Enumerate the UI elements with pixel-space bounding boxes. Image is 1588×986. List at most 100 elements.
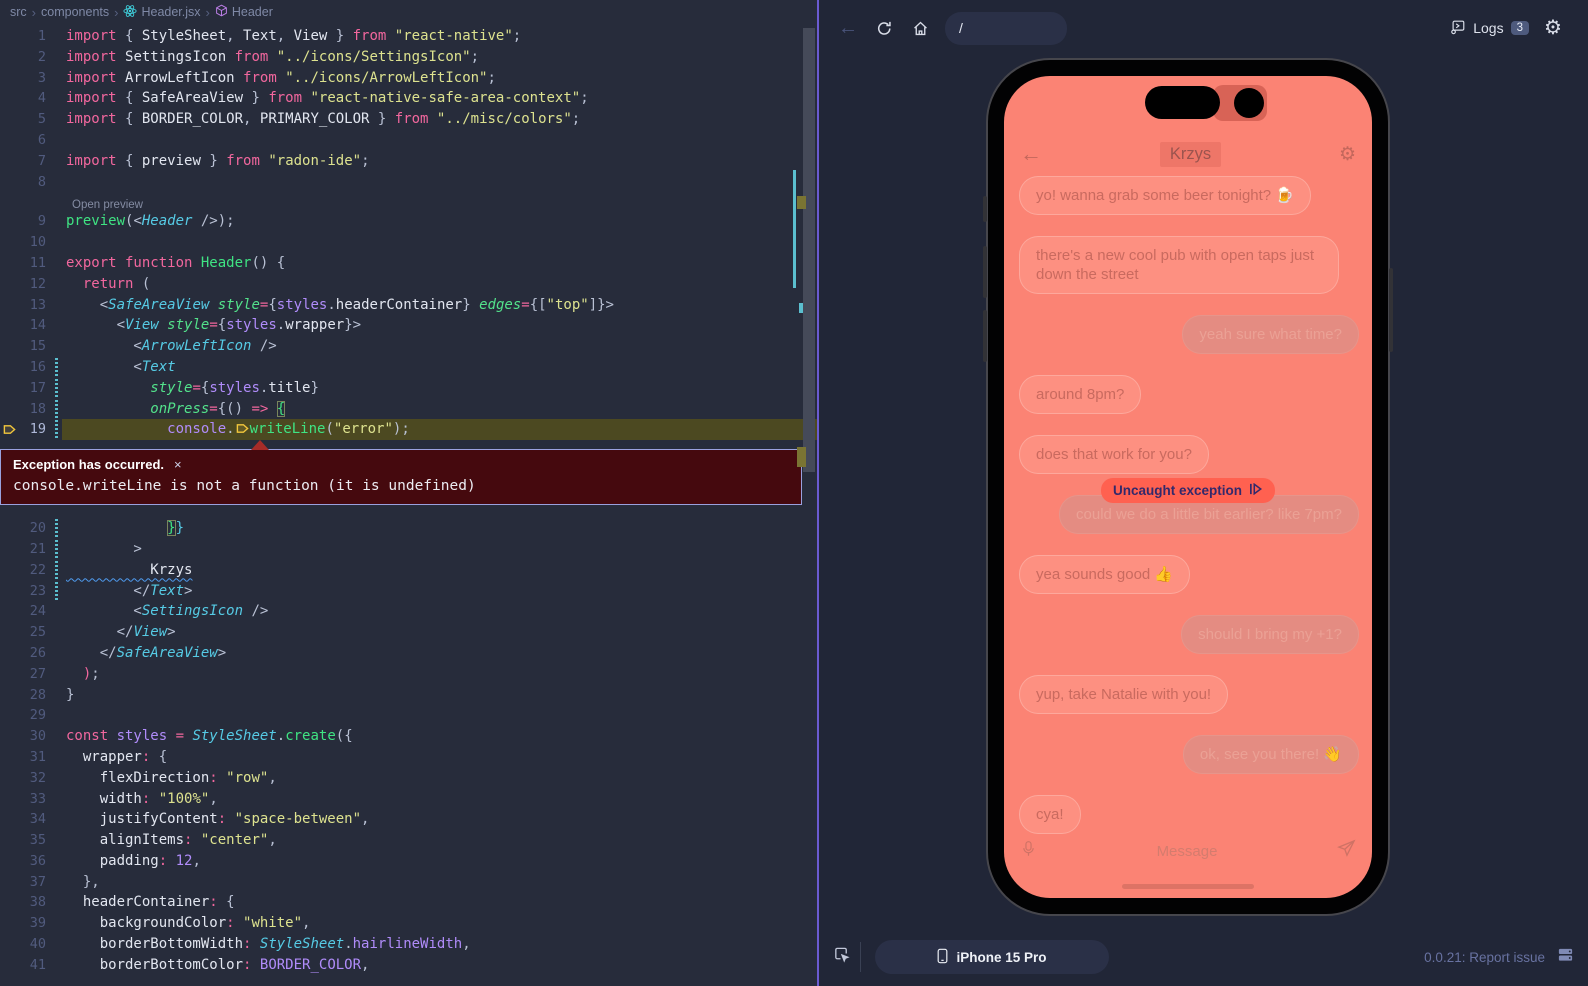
- line-number: 40: [18, 934, 50, 955]
- gutter[interactable]: [0, 315, 18, 336]
- code-line: 25 </View>: [0, 622, 817, 643]
- code-text: },: [62, 872, 817, 893]
- overview-ruler-exception-mark: [797, 447, 806, 467]
- codelens-open-preview[interactable]: Open preview: [0, 192, 817, 211]
- gutter[interactable]: [0, 581, 18, 602]
- gutter[interactable]: [0, 253, 18, 274]
- close-icon[interactable]: ×: [174, 457, 182, 472]
- logs-button[interactable]: Logs 3: [1450, 19, 1529, 38]
- code-text: </SafeAreaView>: [62, 643, 817, 664]
- gutter[interactable]: [0, 399, 18, 420]
- gutter[interactable]: [0, 274, 18, 295]
- gutter[interactable]: [0, 68, 18, 89]
- gutter[interactable]: [0, 518, 18, 539]
- chat-bubble-received[interactable]: yup, take Natalie with you!: [1019, 675, 1228, 714]
- device-screen[interactable]: ← Krzys ⚙ yo! wanna grab some beer tonig…: [1004, 76, 1372, 898]
- chat-bubble-sent[interactable]: should I bring my +1?: [1181, 615, 1359, 654]
- gutter[interactable]: [0, 809, 18, 830]
- overview-ruler-mark: [799, 303, 803, 313]
- settings-gear-icon[interactable]: ⚙: [1538, 13, 1568, 43]
- chat-bubble-received[interactable]: yo! wanna grab some beer tonight? 🍺: [1019, 176, 1311, 215]
- gutter[interactable]: [0, 705, 18, 726]
- gutter[interactable]: [0, 47, 18, 68]
- line-number: 36: [18, 851, 50, 872]
- chat-bubble-sent[interactable]: ok, see you there! 👋: [1183, 735, 1359, 774]
- code-line: 10: [0, 232, 817, 253]
- code-line: 32 flexDirection: "row",: [0, 768, 817, 789]
- chat-settings-icon[interactable]: ⚙: [1339, 145, 1356, 164]
- report-issue-link[interactable]: 0.0.21: Report issue: [1424, 950, 1545, 965]
- chat-bubble-received[interactable]: there's a new cool pub with open taps ju…: [1019, 236, 1339, 294]
- line-number: 26: [18, 643, 50, 664]
- gutter[interactable]: [0, 151, 18, 172]
- gutter[interactable]: [0, 851, 18, 872]
- breadcrumb-src[interactable]: src: [10, 5, 27, 19]
- code-line: 27 );: [0, 664, 817, 685]
- inspect-element-icon[interactable]: [833, 946, 850, 968]
- gutter[interactable]: [0, 830, 18, 851]
- gutter[interactable]: [0, 622, 18, 643]
- gutter[interactable]: [0, 685, 18, 706]
- code-area[interactable]: 1import { StyleSheet, Text, View } from …: [0, 24, 817, 976]
- reload-icon[interactable]: [869, 13, 899, 43]
- gutter[interactable]: [0, 892, 18, 913]
- gutter[interactable]: [0, 232, 18, 253]
- gutter[interactable]: [0, 955, 18, 976]
- gutter[interactable]: [0, 934, 18, 955]
- chat-bubble-received[interactable]: cya!: [1019, 795, 1081, 834]
- gutter[interactable]: [0, 26, 18, 47]
- editor-scrollbar[interactable]: [803, 28, 815, 472]
- gutter[interactable]: [0, 336, 18, 357]
- gutter-bar: [50, 315, 62, 336]
- breadcrumb-components[interactable]: components: [41, 5, 109, 19]
- gutter[interactable]: [0, 88, 18, 109]
- url-bar[interactable]: /: [945, 12, 1067, 45]
- gutter[interactable]: [0, 295, 18, 316]
- gutter-bar: [50, 892, 62, 913]
- gutter[interactable]: [0, 643, 18, 664]
- mic-icon[interactable]: [1020, 840, 1037, 862]
- message-input[interactable]: Message: [1037, 843, 1337, 860]
- chat-back-arrow-icon[interactable]: ←: [1020, 143, 1042, 165]
- gutter[interactable]: [0, 130, 18, 151]
- devices-icon[interactable]: [1557, 946, 1574, 968]
- chat-bubble-sent[interactable]: yeah sure what time?: [1182, 315, 1359, 354]
- code-line: 14 <View style={styles.wrapper}>: [0, 315, 817, 336]
- send-icon[interactable]: [1337, 839, 1356, 863]
- gutter[interactable]: [0, 172, 18, 193]
- code-line: 1import { StyleSheet, Text, View } from …: [0, 26, 817, 47]
- gutter[interactable]: [0, 747, 18, 768]
- uncaught-exception-chip[interactable]: Uncaught exception: [1101, 478, 1275, 503]
- chat-bubble-received[interactable]: around 8pm?: [1019, 375, 1141, 414]
- breadcrumb-symbol[interactable]: Header: [215, 4, 273, 20]
- gutter[interactable]: [0, 726, 18, 747]
- code-line: 28}: [0, 685, 817, 706]
- breadcrumb-separator: ›: [114, 5, 118, 20]
- gutter[interactable]: [0, 601, 18, 622]
- code-text: padding: 12,: [62, 851, 817, 872]
- device-selector[interactable]: iPhone 15 Pro: [875, 940, 1109, 974]
- gutter-bar: [50, 151, 62, 172]
- chat-bubble-received[interactable]: does that work for you?: [1019, 435, 1209, 474]
- gutter[interactable]: [0, 872, 18, 893]
- code-text: style={styles.title}: [62, 378, 817, 399]
- code-line: 30const styles = StyleSheet.create({: [0, 726, 817, 747]
- gutter-bar: [50, 601, 62, 622]
- chat-bubble-received[interactable]: yea sounds good 👍: [1019, 555, 1190, 594]
- gutter[interactable]: [0, 378, 18, 399]
- gutter[interactable]: [0, 211, 18, 232]
- debug-paused-icon[interactable]: [0, 419, 18, 440]
- gutter[interactable]: [0, 913, 18, 934]
- gutter[interactable]: [0, 768, 18, 789]
- home-icon[interactable]: [905, 13, 935, 43]
- gutter[interactable]: [0, 109, 18, 130]
- breadcrumb-file[interactable]: Header.jsx: [123, 4, 200, 21]
- gutter[interactable]: [0, 560, 18, 581]
- code-text: import SettingsIcon from "../icons/Setti…: [62, 47, 817, 68]
- gutter[interactable]: [0, 539, 18, 560]
- gutter[interactable]: [0, 357, 18, 378]
- gutter[interactable]: [0, 664, 18, 685]
- gutter[interactable]: [0, 789, 18, 810]
- code-text: alignItems: "center",: [62, 830, 817, 851]
- back-button[interactable]: ←: [833, 13, 863, 43]
